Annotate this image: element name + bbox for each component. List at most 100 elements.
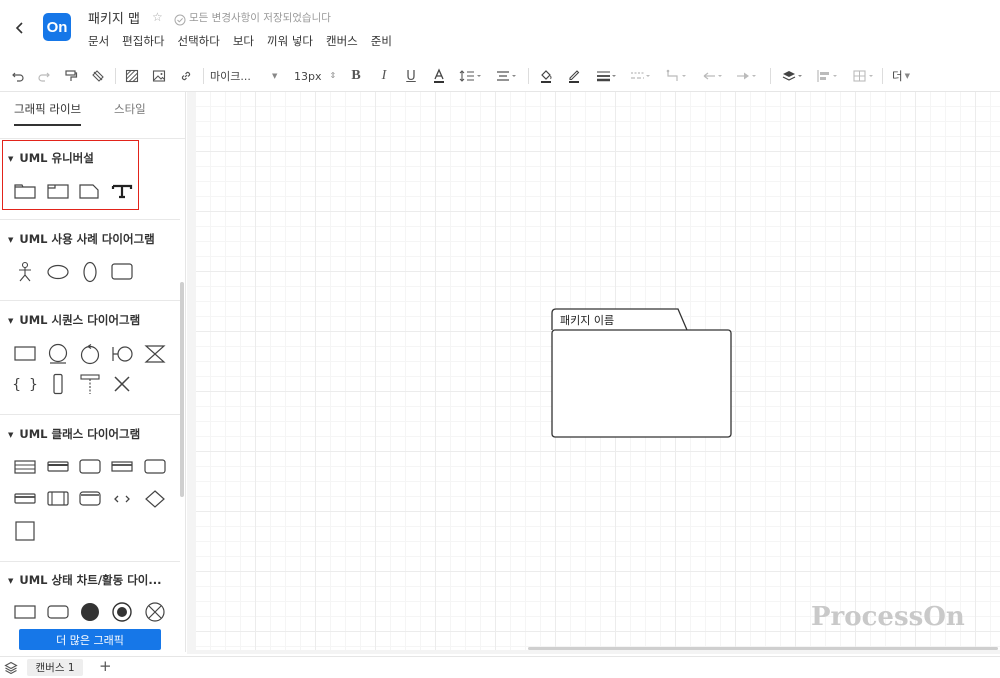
shape-class[interactable]	[12, 456, 38, 478]
section-uml-class[interactable]: ▼ UML 클래스 다이어그램	[8, 426, 140, 442]
shape-lifeline-box[interactable]	[12, 343, 38, 365]
shape-class-header[interactable]	[45, 456, 71, 478]
shape-diamond[interactable]	[142, 488, 168, 510]
shape-square[interactable]	[12, 520, 38, 542]
shape-flow-final[interactable]	[142, 601, 168, 623]
underline-icon[interactable]: U	[403, 66, 419, 86]
toolbar: 마이크... ▼ 13px ⇕ B I U 더 ▼	[0, 60, 1000, 92]
font-family-select[interactable]: 마이크... ▼	[210, 66, 280, 86]
shape-boundary[interactable]	[109, 343, 135, 365]
end-arrow-icon[interactable]	[734, 66, 760, 86]
group-icon[interactable]	[851, 66, 877, 86]
shape-activation-bar[interactable]	[45, 373, 71, 395]
menu-prepare[interactable]: 준비	[371, 33, 392, 49]
font-color-icon[interactable]	[431, 66, 447, 86]
clear-format-icon[interactable]	[90, 66, 106, 86]
collapse-triangle-icon: ▼	[8, 235, 14, 244]
star-icon[interactable]: ☆	[152, 10, 163, 24]
shape-hourglass[interactable]	[142, 343, 168, 365]
section-title: UML 상태 차트/활동 다이...	[19, 573, 162, 587]
shape-component[interactable]	[142, 456, 168, 478]
more-tools-button[interactable]: 더 ▼	[888, 66, 914, 86]
menu-bar: 문서 편집하다 선택하다 보다 끼워 넣다 캔버스 준비	[88, 33, 392, 49]
add-page-button[interactable]: +	[99, 657, 112, 675]
section-title: UML 클래스 다이어그램	[19, 427, 141, 441]
pages-layers-icon[interactable]	[4, 660, 18, 678]
shape-module[interactable]	[45, 488, 71, 510]
save-status: 모든 변경사항이 저장되었습니다	[189, 12, 331, 24]
font-size-select[interactable]: 13px ⇕	[292, 66, 342, 86]
align-icon[interactable]	[494, 66, 520, 86]
shape-state[interactable]	[12, 601, 38, 623]
layers-icon[interactable]	[780, 66, 806, 86]
tab-graphic-library[interactable]: 그래픽 라이브	[14, 101, 82, 126]
header: On 패키지 맵 ☆ 모든 변경사항이 저장되었습니다 문서 편집하다 선택하다…	[0, 0, 1000, 60]
shape-destroy-x[interactable]	[109, 373, 135, 395]
menu-document[interactable]: 문서	[88, 33, 109, 49]
sidebar-scrollbar[interactable]	[180, 282, 184, 497]
uml-package-shape[interactable]: 패키지 이름	[551, 308, 733, 439]
menu-select[interactable]: 선택하다	[178, 33, 220, 49]
shape-lifeline[interactable]	[77, 373, 103, 395]
line-spacing-icon[interactable]	[458, 66, 484, 86]
back-arrow-icon[interactable]	[10, 16, 30, 40]
undo-icon[interactable]	[10, 66, 26, 86]
fill-color-icon[interactable]	[538, 66, 554, 86]
app-window: On 패키지 맵 ☆ 모든 변경사항이 저장되었습니다 문서 편집하다 선택하다…	[0, 0, 1000, 678]
shape-enumeration[interactable]	[12, 488, 38, 510]
shape-angle-brackets[interactable]	[109, 488, 135, 510]
shape-control[interactable]	[77, 343, 103, 365]
canvas-horizontal-scrollbar[interactable]	[528, 647, 998, 650]
app-logo[interactable]: On	[43, 13, 71, 41]
shape-interface[interactable]	[77, 456, 103, 478]
menu-edit[interactable]: 편집하다	[122, 33, 164, 49]
menu-view[interactable]: 보다	[233, 33, 254, 49]
shape-initial-state[interactable]	[77, 601, 103, 623]
more-tools-label: 더	[892, 69, 903, 83]
chevron-down-icon: ▼	[272, 72, 278, 80]
shape-system-boundary[interactable]	[109, 261, 135, 283]
shape-vertical-ellipse[interactable]	[77, 261, 103, 283]
connector-type-icon[interactable]	[664, 66, 690, 86]
stepper-icon: ⇕	[329, 71, 337, 80]
tab-style[interactable]: 스타일	[114, 101, 146, 117]
shape-actor[interactable]	[12, 261, 38, 283]
svg-text:{ }: { }	[13, 377, 37, 393]
menu-insert[interactable]: 끼워 넣다	[267, 33, 313, 49]
shape-braces[interactable]: { }	[12, 373, 38, 395]
bottom-bar: 캔버스 1 +	[0, 656, 1000, 678]
sidebar-tabs: 그래픽 라이브 스타일	[0, 92, 185, 130]
section-uml-use-case[interactable]: ▼ UML 사용 사례 다이어그램	[8, 231, 155, 247]
menu-canvas[interactable]: 캔버스	[326, 33, 358, 49]
page-tab-canvas-1[interactable]: 캔버스 1	[27, 659, 83, 676]
image-icon[interactable]	[151, 66, 167, 86]
more-graphics-button[interactable]: 더 많은 그래픽	[19, 629, 161, 650]
link-icon[interactable]	[178, 66, 194, 86]
line-style-icon[interactable]	[628, 66, 654, 86]
processon-watermark: ProcessOn	[811, 602, 965, 632]
shape-entity[interactable]	[45, 343, 71, 365]
font-family-value: 마이크...	[210, 70, 251, 83]
section-divider	[0, 414, 180, 415]
fill-pattern-icon[interactable]	[124, 66, 140, 86]
shape-use-case-ellipse[interactable]	[45, 261, 71, 283]
line-width-icon[interactable]	[594, 66, 620, 86]
bold-icon[interactable]: B	[348, 66, 364, 86]
shape-library-sidebar: 그래픽 라이브 스타일 ▼UML 유니버설 ▼UML 사용 사례 다이어그램	[0, 92, 186, 652]
redo-icon[interactable]	[36, 66, 52, 86]
shape-final-state[interactable]	[109, 601, 135, 623]
line-color-icon[interactable]	[566, 66, 582, 86]
section-uml-state-activity[interactable]: ▼ UML 상태 차트/활동 다이...	[8, 572, 161, 588]
section-divider	[0, 219, 180, 220]
shape-object[interactable]	[109, 456, 135, 478]
shape-rounded-state[interactable]	[45, 601, 71, 623]
section-uml-sequence[interactable]: ▼ UML 시퀀스 다이어그램	[8, 312, 140, 328]
distribute-icon[interactable]	[815, 66, 841, 86]
start-arrow-icon[interactable]	[700, 66, 726, 86]
shape-stereotype-box[interactable]	[77, 488, 103, 510]
document-title[interactable]: 패키지 맵	[88, 8, 140, 27]
italic-icon[interactable]: I	[376, 66, 392, 86]
drawing-canvas[interactable]: 패키지 이름	[196, 92, 1000, 650]
format-painter-icon[interactable]	[63, 66, 79, 86]
section-title: UML 사용 사례 다이어그램	[19, 232, 155, 246]
